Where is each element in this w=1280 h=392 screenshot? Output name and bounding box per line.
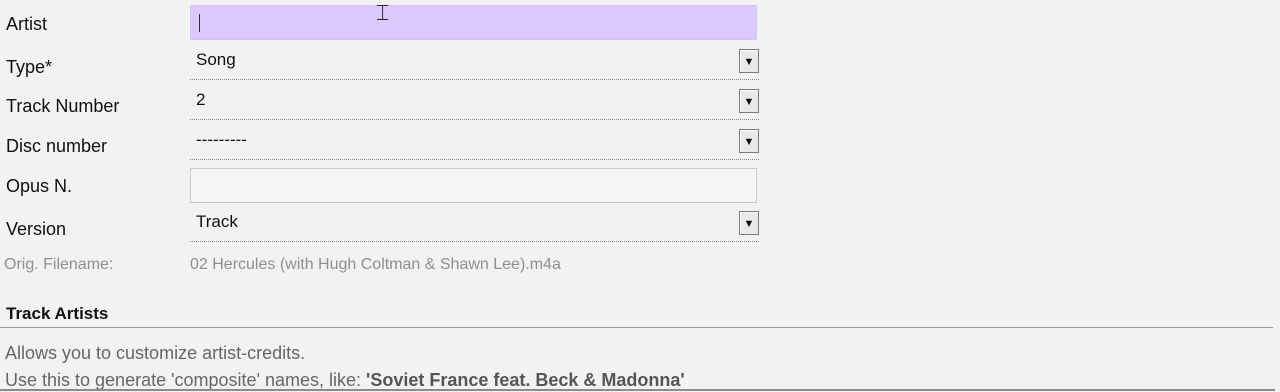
opus-row: Opus N.	[0, 168, 760, 206]
type-label: Type*	[6, 57, 53, 77]
artist-label: Artist	[6, 14, 48, 34]
track-number-select[interactable]: 2 ▼	[190, 87, 759, 120]
chevron-down-icon[interactable]: ▼	[739, 129, 759, 153]
version-row: Version Track ▼	[0, 209, 760, 247]
opus-label: Opus N.	[6, 176, 73, 196]
version-select-value: Track	[196, 212, 238, 231]
artist-input[interactable]: ⌶	[190, 0, 757, 40]
text-caret	[199, 14, 200, 32]
opus-input[interactable]	[190, 168, 757, 203]
disc-number-row: Disc number --------- ▼	[0, 127, 760, 165]
track-number-label: Track Number	[6, 96, 120, 116]
artist-row: Artist ⌶	[0, 0, 760, 42]
type-select-value: Song	[196, 50, 236, 69]
orig-filename-value: 02 Hercules (with Hugh Coltman & Shawn L…	[190, 256, 561, 273]
help-text-prefix: Use this to generate 'composite' names, …	[5, 370, 367, 390]
type-select[interactable]: Song ▼	[190, 47, 759, 80]
track-number-select-value: 2	[196, 90, 206, 109]
chevron-down-icon[interactable]: ▼	[739, 49, 759, 73]
type-row: Type* Song ▼	[0, 47, 760, 85]
bottom-divider	[0, 389, 1275, 391]
help-text-example: 'Soviet France feat. Beck & Madonna'	[366, 370, 685, 390]
section-divider	[0, 327, 1273, 328]
help-text-line-1: Allows you to customize artist-credits.	[5, 343, 306, 363]
disc-number-select[interactable]: --------- ▼	[190, 127, 759, 160]
chevron-down-icon[interactable]: ▼	[739, 89, 759, 113]
text-cursor-icon: ⌶	[376, 0, 390, 25]
section-title: Track Artists	[6, 304, 109, 323]
version-label: Version	[6, 219, 67, 239]
help-text-line-2: Use this to generate 'composite' names, …	[5, 370, 685, 391]
disc-number-label: Disc number	[6, 136, 108, 156]
orig-filename-label: Orig. Filename:	[4, 256, 114, 273]
disc-number-select-value: ---------	[196, 130, 247, 149]
chevron-down-icon[interactable]: ▼	[739, 211, 759, 235]
version-select[interactable]: Track ▼	[190, 209, 759, 242]
track-number-row: Track Number 2 ▼	[0, 87, 760, 125]
